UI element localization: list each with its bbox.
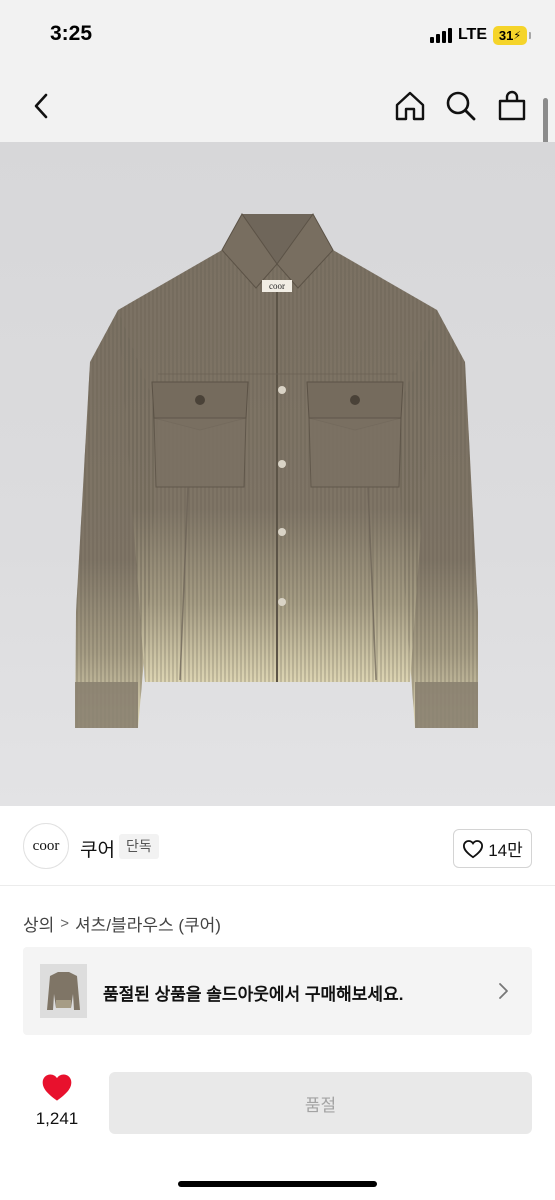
cart-button[interactable]	[492, 86, 532, 126]
chevron-right-icon	[499, 983, 508, 999]
search-button[interactable]	[441, 86, 481, 126]
breadcrumb: 상의 > 셔츠/블라우스 (쿠어)	[23, 911, 221, 936]
navigation-bar	[0, 70, 555, 142]
like-button[interactable]: 14만	[453, 829, 532, 868]
soldout-banner[interactable]: 품절된 상품을 솔드아웃에서 구매해보세요.	[23, 947, 532, 1035]
brand-logo-text: coor	[32, 837, 60, 854]
shopping-bag-icon	[498, 90, 526, 121]
exclusive-badge: 단독	[119, 834, 159, 859]
brand-row: coor 쿠어 단독 14만	[0, 806, 555, 886]
heart-filled-icon	[42, 1074, 72, 1101]
breadcrumb-item-top[interactable]: 상의	[23, 911, 54, 936]
brand-logo[interactable]: coor	[23, 823, 69, 869]
soldout-button-label: 품절	[304, 1095, 337, 1115]
status-icons: LTE 31 ⚡	[429, 25, 531, 45]
like-count: 14만	[488, 841, 523, 860]
breadcrumb-separator: >	[60, 915, 70, 932]
bottom-action-bar: 1,241 품절	[0, 1052, 555, 1200]
banner-thumbnail	[40, 964, 87, 1018]
jacket-illustration: coor	[75, 213, 478, 728]
status-bar: 3:25 LTE 31 ⚡	[0, 0, 555, 70]
chevron-left-icon	[34, 93, 48, 119]
brand-name[interactable]: 쿠어	[80, 835, 115, 862]
home-button[interactable]	[390, 86, 430, 126]
product-image[interactable]: coor	[0, 142, 555, 806]
wishlist-count: 1,241	[35, 1109, 79, 1128]
soldout-banner-text: 품절된 상품을 솔드아웃에서 구매해보세요.	[103, 985, 404, 1004]
heart-outline-icon	[463, 839, 484, 858]
home-icon	[395, 91, 425, 121]
battery-icon: 31 ⚡	[493, 25, 531, 45]
search-icon	[446, 91, 476, 121]
home-indicator	[178, 1181, 377, 1187]
status-time: 3:25	[50, 22, 93, 45]
svg-text:coor: coor	[269, 281, 285, 291]
breadcrumb-item-shirts[interactable]: 셔츠/블라우스 (쿠어)	[75, 911, 221, 936]
soldout-button[interactable]: 품절	[109, 1072, 532, 1134]
back-button[interactable]	[22, 86, 62, 126]
battery-level: 31	[498, 27, 514, 43]
network-type: LTE	[457, 26, 487, 43]
wishlist-button[interactable]	[40, 1072, 74, 1107]
signal-icon	[429, 27, 452, 43]
